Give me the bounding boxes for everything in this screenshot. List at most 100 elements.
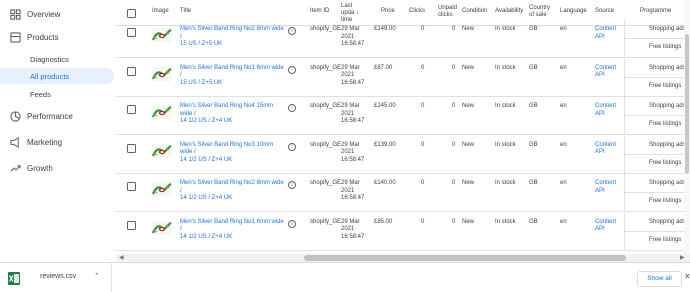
date-line: 29 Mar	[341, 103, 360, 109]
source-link[interactable]: Content API	[595, 180, 616, 195]
show-all-button[interactable]: Show all	[637, 271, 682, 287]
sidebar-subitem-all-products[interactable]: All products	[0, 68, 114, 84]
programme-free-listings: Free listings	[649, 198, 682, 204]
sidebar-item-performance[interactable]: Performance	[0, 106, 114, 126]
source-line: API	[595, 72, 605, 78]
row-checkbox[interactable]	[127, 28, 136, 37]
unpaid-clicks-cell: 0	[452, 64, 456, 71]
product-thumbnail[interactable]	[152, 66, 172, 81]
product-title-link[interactable]: Men's Silver Band Ring No1 6mm wide /15 …	[180, 65, 284, 88]
scroll-right-icon[interactable]: ▶	[680, 254, 685, 262]
scroll-left-icon[interactable]: ◀	[119, 254, 124, 262]
product-thumbnail[interactable]	[152, 182, 172, 196]
programme-free-listings: Free listings	[649, 121, 682, 127]
info-icon[interactable]: i	[288, 219, 296, 228]
date-line: 16:58:47	[341, 233, 365, 240]
clicks-cell: 0	[421, 141, 425, 148]
vertical-scrollbar[interactable]	[684, 0, 690, 254]
select-all-checkbox[interactable]	[127, 9, 136, 18]
product-title-link[interactable]: Men's Silver Band Ring No1 6mm wide /14 …	[180, 219, 284, 242]
table-row[interactable]: Men's Silver Band Ring No2 8mm wide /15 …	[116, 20, 690, 58]
product-title-link[interactable]: Men's Silver Band Ring No2 8mm wide /14 …	[180, 180, 284, 203]
row-checkbox[interactable]	[127, 220, 136, 230]
download-file-name: reviews.csv	[40, 273, 77, 280]
info-icon[interactable]: i	[288, 142, 296, 151]
country-cell: GB	[529, 64, 538, 71]
product-thumbnail[interactable]	[152, 105, 172, 119]
programme-cell: Shopping ads Free listings	[624, 97, 690, 135]
table-row[interactable]: Men's Silver Band Ring No3 10mm wide /14…	[116, 135, 690, 174]
sidebar-subitem-feeds[interactable]: Feeds	[0, 86, 114, 102]
table-row[interactable]: Men's Silver Band Ring No1 6mm wide /14 …	[116, 212, 690, 251]
language-cell: en	[560, 103, 567, 109]
col-header-availability[interactable]: Availability	[495, 8, 523, 15]
col-header-programme[interactable]: Programme	[640, 8, 671, 15]
vertical-scroll-thumb[interactable]	[685, 34, 689, 174]
date-line: 16:58:47	[341, 79, 365, 86]
availability-cell: In stock	[495, 180, 516, 186]
row-checkbox[interactable]	[127, 66, 136, 76]
item-id-cell: shopify_GE	[310, 103, 342, 109]
info-icon[interactable]: i	[288, 104, 296, 112]
row-checkbox[interactable]	[127, 105, 136, 114]
availability-cell: In stock	[495, 64, 516, 71]
product-title-link[interactable]: Men's Silver Band Ring No2 8mm wide /15 …	[180, 26, 284, 49]
table-row[interactable]: Men's Silver Band Ring No4 15mm wide /14…	[116, 97, 690, 135]
product-title-link[interactable]: Men's Silver Band Ring No4 15mm wide /14…	[180, 103, 284, 126]
product-thumbnail[interactable]	[152, 28, 172, 42]
info-icon[interactable]: i	[288, 27, 296, 35]
source-line: API	[595, 33, 605, 40]
sidebar-item-overview[interactable]: Overview	[0, 4, 114, 24]
clicks-cell: 0	[421, 218, 425, 225]
source-link[interactable]: Content API	[595, 103, 616, 118]
col-header-unpaid-clicks[interactable]: Unpaid clicks	[438, 5, 457, 19]
col-header-language[interactable]: Language	[560, 8, 587, 15]
row-checkbox[interactable]	[127, 182, 136, 191]
price-cell: £140.00	[374, 180, 396, 186]
availability-cell: In stock	[495, 26, 516, 32]
info-icon[interactable]: i	[288, 181, 296, 189]
date-line: 16:58:47	[341, 41, 365, 47]
last-update-cell: 29 Mar 2021 16:58:47	[341, 219, 364, 242]
col-header-country[interactable]: Country of sale	[529, 5, 550, 19]
col-header-item-id[interactable]: Item ID	[310, 8, 329, 15]
source-link[interactable]: Content API	[595, 26, 616, 41]
source-link[interactable]: Content API	[595, 219, 616, 234]
horizontal-scroll-thumb[interactable]	[304, 255, 626, 261]
date-line: 2021	[341, 149, 355, 155]
sidebar-item-products[interactable]: Products	[0, 27, 114, 47]
col-header-price[interactable]: Price	[381, 8, 395, 15]
col-header-unpaid-line: clicks	[438, 12, 453, 18]
sidebar-item-growth[interactable]: Growth	[0, 158, 114, 178]
download-item[interactable]: reviews.csv ⌃	[0, 263, 112, 292]
row-checkbox[interactable]	[127, 143, 136, 153]
source-link[interactable]: Content API	[595, 65, 616, 80]
source-line: API	[595, 110, 605, 117]
table-row[interactable]: Men's Silver Band Ring No2 8mm wide /14 …	[116, 174, 690, 212]
chevron-up-icon[interactable]: ⌃	[94, 272, 100, 280]
col-header-image[interactable]: Image	[152, 8, 169, 15]
horizontal-scrollbar[interactable]: ◀ ▶	[116, 254, 690, 262]
table-row[interactable]: Men's Silver Band Ring No1 6mm wide /15 …	[116, 58, 690, 97]
col-header-clicks[interactable]: Clicks	[409, 8, 425, 15]
source-link[interactable]: Content API	[595, 142, 616, 157]
sidebar-item-marketing[interactable]: Marketing	[0, 132, 114, 152]
product-title-link[interactable]: Men's Silver Band Ring No3 10mm wide /14…	[180, 142, 284, 165]
col-header-title[interactable]: Title	[180, 8, 191, 15]
close-icon[interactable]: ✕	[684, 272, 690, 281]
condition-cell: New	[462, 180, 475, 186]
product-title-line: Men's Silver Band Ring No4 15mm wide /	[180, 103, 274, 117]
item-id-cell: shopify_GE	[310, 141, 342, 148]
date-line: 29 Mar	[341, 180, 360, 186]
col-header-condition[interactable]: Condition	[462, 8, 487, 15]
product-thumbnail[interactable]	[152, 220, 172, 235]
programme-cell: Shopping ads Free listings	[624, 58, 690, 97]
col-header-source[interactable]: Source	[595, 8, 614, 15]
product-thumbnail[interactable]	[152, 143, 172, 158]
trending-up-icon	[10, 164, 21, 172]
col-header-last-update-line: Last	[341, 3, 353, 9]
programme-cell: Shopping ads Free listings	[624, 135, 690, 174]
product-title-line: 14 1/2 US / Z+4 UK	[180, 118, 233, 124]
info-icon[interactable]: i	[288, 65, 296, 74]
sidebar-subitem-diagnostics[interactable]: Diagnostics	[0, 51, 114, 67]
